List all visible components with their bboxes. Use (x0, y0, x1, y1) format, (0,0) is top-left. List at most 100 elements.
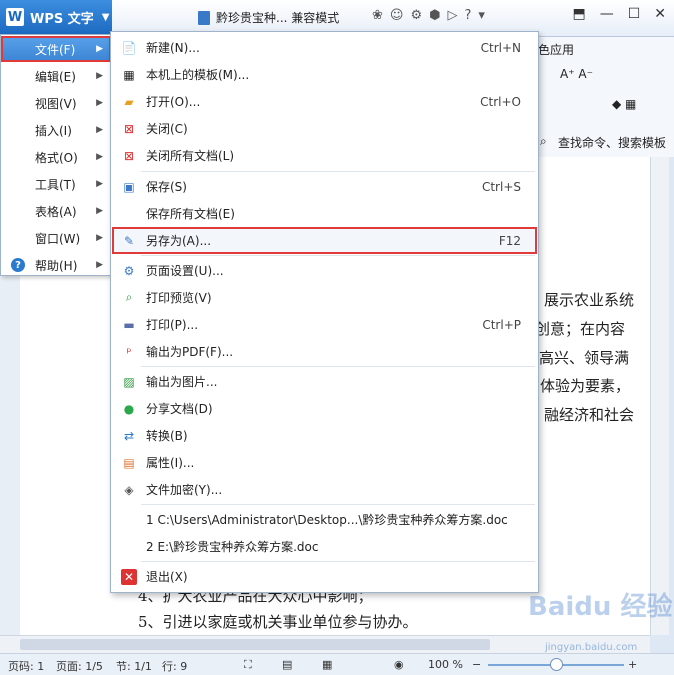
close-all-icon: ⊠ (123, 148, 135, 163)
menu-separator (141, 561, 535, 562)
vertical-scrollbar[interactable] (650, 157, 669, 635)
zoom-slider-handle[interactable] (550, 658, 563, 671)
file-submenu: 📄 新建(N)... Ctrl+N ▦ 本机上的模板(M)... ▰ 打开(O)... C… (110, 31, 539, 593)
properties-icon: ▤ (123, 455, 135, 470)
chevron-right-icon: ▶ (96, 125, 103, 135)
menu-separator (141, 366, 535, 367)
print-icon: ▬ (123, 317, 135, 332)
chevron-right-icon: ▶ (96, 206, 103, 216)
menu-item-print-preview[interactable]: ⌕ 打印预览(V) (112, 284, 537, 311)
menu-item-share[interactable]: ● 分享文档(D) (112, 395, 537, 422)
menu-item-exit[interactable]: ✕ 退出(X) (112, 563, 537, 590)
fullscreen-icon[interactable]: ⛶ (244, 658, 252, 672)
zoom-in-icon[interactable]: + (628, 658, 637, 671)
avatar[interactable]: ☺ (390, 8, 404, 23)
image-export-icon: ▨ (123, 374, 135, 389)
page-setup-icon: ⚙ (123, 263, 135, 278)
menu-item-open[interactable]: ▰ 打开(O)... Ctrl+O (112, 88, 537, 115)
doc-line: 体验为要素， (540, 377, 631, 395)
document-tab[interactable]: 黔珍贵宝种... 兼容模式 (198, 9, 339, 26)
wps-logo-icon: W (6, 8, 24, 26)
recent-file-1[interactable]: 1 C:\Users\Administrator\Desktop...\黔珍贵宝… (112, 506, 537, 533)
window-controls: ⬒ — ☐ ✕ (572, 6, 666, 22)
more-icon[interactable]: ▾ (478, 8, 485, 23)
print-preview-icon: ⌕ (125, 290, 133, 304)
doc-line: 民高兴、领导满 (524, 349, 630, 367)
web-view-icon[interactable]: ▦ (322, 658, 332, 671)
page-view-icon[interactable]: ▤ (282, 658, 292, 671)
recent-file-2[interactable]: 2 E:\黔珍贵宝种养众筹方案.doc (112, 533, 537, 560)
menu-item-print[interactable]: ▬ 打印(P)... Ctrl+P (112, 311, 537, 338)
exit-icon: ✕ (121, 568, 137, 585)
watermark-url: jingyan.baidu.com (545, 642, 638, 653)
convert-icon: ⇄ (123, 428, 135, 443)
chevron-right-icon: ▶ (96, 152, 103, 162)
document-title: 黔珍贵宝种... 兼容模式 (216, 11, 340, 25)
app-name: WPS 文字 (30, 11, 94, 27)
menu-item-close[interactable]: ⊠ 关闭(C) (112, 115, 537, 142)
zoom-value[interactable]: 100 % (428, 658, 463, 671)
save-as-icon: ✎ (123, 233, 135, 248)
cloud-icon[interactable]: ⬢ (429, 8, 440, 23)
menu-insert[interactable]: 插入(I) ▶ (1, 117, 111, 143)
skin-icon[interactable]: ❀ (372, 8, 383, 23)
status-bar: 页码: 1 页面: 1/5 节: 1/1 行: 9 ⛶ ▤ ▦ ◉ 100 % … (0, 653, 674, 675)
pdf-icon: ᵖ (126, 344, 132, 359)
menu-tools[interactable]: 工具(T) ▶ (1, 171, 111, 197)
restore-icon[interactable]: ⬒ (572, 6, 585, 22)
chevron-right-icon: ▶ (96, 179, 103, 189)
close-icon[interactable]: ✕ (654, 6, 666, 22)
menu-help[interactable]: ? 帮助(H) ▶ (1, 252, 111, 278)
menu-item-save-as[interactable]: ✎ 另存为(A)... F12 (112, 227, 537, 254)
eye-protect-icon[interactable]: ◉ (394, 658, 404, 671)
title-toolbar: ❀ ☺ ⚙ ⬢ ▷ ? ▾ (372, 8, 485, 23)
ribbon-tab-partial[interactable]: 色应用 (538, 41, 574, 58)
share-icon[interactable]: ▷ (447, 8, 457, 23)
menu-item-encrypt[interactable]: ◈ 文件加密(Y)... (112, 476, 537, 503)
menu-item-template[interactable]: ▦ 本机上的模板(M)... (112, 61, 537, 88)
menu-item-export-pdf[interactable]: ᵖ 输出为PDF(F)... (112, 338, 537, 365)
menu-file[interactable]: 文件(F) ▶ (1, 36, 111, 62)
save-icon: ▣ (123, 179, 135, 194)
maximize-icon[interactable]: ☐ (628, 6, 641, 22)
close-doc-icon: ⊠ (123, 121, 135, 136)
menu-separator (141, 171, 535, 172)
menu-separator (141, 504, 535, 505)
doc-file-icon (198, 10, 210, 25)
zoom-out-icon[interactable]: − (472, 658, 481, 671)
search-icon[interactable]: ⌕ (540, 134, 547, 149)
menu-view[interactable]: 视图(V) ▶ (1, 90, 111, 116)
highlight-icon[interactable]: ◆ ▦ (612, 97, 636, 111)
chevron-right-icon: ▶ (96, 98, 103, 108)
menu-item-save-all[interactable]: 保存所有文档(E) (112, 200, 537, 227)
doc-line: 融经济和社会 (544, 406, 635, 424)
encrypt-icon: ◈ (124, 482, 134, 497)
menu-item-page-setup[interactable]: ⚙ 页面设置(U)... (112, 257, 537, 284)
menu-table[interactable]: 表格(A) ▶ (1, 198, 111, 224)
font-size-icon[interactable]: A⁺ A⁻ (560, 67, 593, 81)
template-icon: ▦ (123, 67, 135, 82)
menu-item-new[interactable]: 📄 新建(N)... Ctrl+N (112, 34, 537, 61)
settings-icon[interactable]: ⚙ (410, 8, 422, 23)
wps-app-menu-button[interactable]: W WPS 文字 ▼ (0, 0, 112, 34)
help-icon[interactable]: ? (464, 8, 471, 23)
minimize-icon[interactable]: — (600, 6, 614, 22)
menu-format[interactable]: 格式(O) ▶ (1, 144, 111, 170)
scroll-thumb[interactable] (20, 639, 490, 650)
search-command-label[interactable]: 查找命令、搜索模板 (558, 134, 666, 151)
menu-item-properties[interactable]: ▤ 属性(I)... (112, 449, 537, 476)
menu-item-convert[interactable]: ⇄ 转换(B) (112, 422, 537, 449)
help-icon: ? (11, 258, 25, 272)
chevron-right-icon: ▶ (96, 233, 103, 243)
page-number: 页码: 1 (8, 660, 45, 673)
menu-item-save[interactable]: ▣ 保存(S) Ctrl+S (112, 173, 537, 200)
doc-line: 展示农业系统 (544, 291, 635, 309)
chevron-right-icon: ▶ (96, 71, 103, 81)
menu-item-close-all[interactable]: ⊠ 关闭所有文档(L) (112, 142, 537, 169)
menu-item-export-image[interactable]: ▨ 输出为图片... (112, 368, 537, 395)
menu-window[interactable]: 窗口(W) ▶ (1, 225, 111, 251)
chevron-right-icon: ▶ (96, 44, 103, 54)
menu-edit[interactable]: 编辑(E) ▶ (1, 63, 111, 89)
chevron-right-icon: ▶ (96, 260, 103, 270)
new-doc-icon: 📄 (121, 40, 137, 55)
